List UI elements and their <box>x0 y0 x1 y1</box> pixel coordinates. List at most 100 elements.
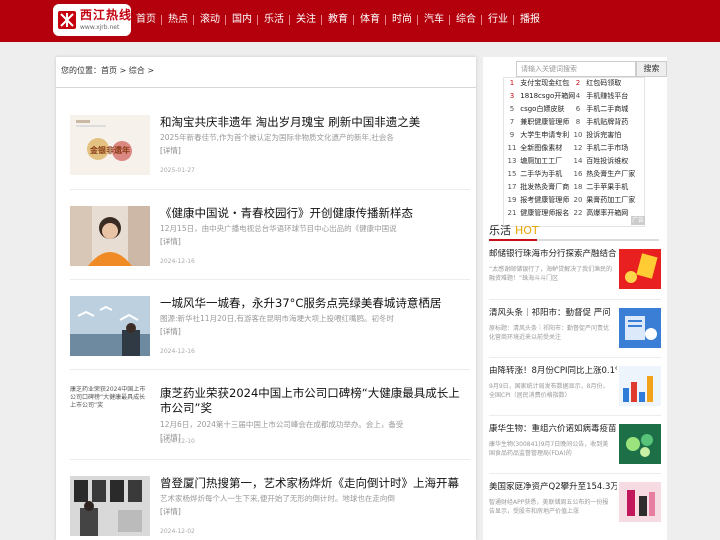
nav-item-fashion[interactable]: 时尚 <box>392 13 412 27</box>
side-item-title[interactable]: 康华生物：重组六价诺如病毒疫苗 <box>489 424 617 435</box>
article-detail-link[interactable]: [详情] <box>160 237 181 247</box>
side-item-summary: 9月9日，国家统计局发布数据显示，8月份，全国CPI（居民消费价格指数） <box>489 383 609 399</box>
list-item[interactable]: 9 大学生申请专利 <box>506 130 569 140</box>
breadcrumb-current[interactable]: 综合 <box>129 66 145 75</box>
list-item[interactable]: 19 报考健康管理师 <box>506 195 570 205</box>
article-summary: 12月15日，由中央广播电视总台华语环球节目中心出品的《健康中国说 <box>160 224 397 233</box>
site-logo[interactable]: 西江热线 www.xjrb.net <box>53 4 131 36</box>
list-item[interactable]: 2 红包码领取 <box>572 78 621 88</box>
side-item-thumbnail[interactable] <box>619 366 661 406</box>
nav-item-sports[interactable]: 体育 <box>360 13 380 27</box>
article-thumbnail[interactable]: 金银非遗年 <box>70 115 150 175</box>
nav-separator <box>193 15 194 25</box>
list-item[interactable]: 14 百姓投诉维权 <box>572 156 629 166</box>
article-summary: 图源:新华社11月20日,有游客在昆明市海埂大坝上投喂红嘴鸥。初冬时 <box>160 314 394 323</box>
search-button[interactable]: 搜索 <box>636 61 667 77</box>
nav-item-rolling[interactable]: 滚动 <box>200 13 220 27</box>
logo-mark-icon <box>58 11 76 29</box>
nav-item-lifestyle[interactable]: 乐活 <box>264 13 284 27</box>
logo-name: 西江热线 <box>80 8 133 22</box>
side-item-title[interactable]: 邮储银行珠海市分行探索产融结合 <box>489 249 617 260</box>
nav-item-domestic[interactable]: 国内 <box>232 13 252 27</box>
nav-item-general[interactable]: 综合 <box>456 13 476 27</box>
section-divider-accent <box>489 239 537 241</box>
article-summary: 2025年新春佳节,作为首个被认定为国际非物质文化遗产的新年,社会各 <box>160 133 394 142</box>
list-item[interactable]: 6 手机二手商城 <box>572 104 628 114</box>
nav-separator <box>161 15 162 25</box>
list-item[interactable]: 13 塘厕加工工厂 <box>506 156 563 166</box>
article-image <box>70 206 150 266</box>
article-list-panel: 您的位置：首页 > 综合 > 金银非遗年 和淘宝共庆非遗年 淘出岁月瑰宝 刷新中… <box>56 57 476 540</box>
article-thumbnail[interactable] <box>70 206 150 266</box>
section-hot-badge: HOT <box>515 224 539 237</box>
side-item-title[interactable]: 由降转涨！8月份CPI同比上涨0.1% <box>489 366 617 377</box>
nav-separator <box>385 15 386 25</box>
breadcrumb-divider <box>56 87 476 88</box>
side-item-summary: 智通财经APP获悉，美联储周五公布的一份报告显示，受股市和房地产价值上涨 <box>489 499 609 515</box>
list-item[interactable]: 5 csgo白嫖皮肤 <box>506 104 565 114</box>
article-title[interactable]: 康芝药业荣获2024中国上市公司口碑榜“大健康最具成长上市公司”奖 <box>160 386 460 416</box>
breadcrumb-home[interactable]: 首页 <box>101 66 117 75</box>
nav-separator <box>353 15 354 25</box>
side-item-thumbnail[interactable] <box>619 482 661 522</box>
side-item-image <box>619 249 661 289</box>
article-title[interactable]: 一城风华一城春，永升37°C服务点亮绿美春城诗意栖居 <box>160 296 460 311</box>
breadcrumb-separator: > <box>117 66 129 75</box>
article-thumbnail[interactable] <box>70 476 150 536</box>
list-item[interactable]: 16 热灸膏生产厂家 <box>572 169 636 179</box>
article-image: 金银非遗年 <box>70 115 150 175</box>
list-item[interactable]: 11 全新图像素材 <box>506 143 563 153</box>
article-summary: 12月6日，2024第十三届中国上市公司峰会在成都成功举办。会上，备受 <box>160 420 404 429</box>
article-image <box>70 296 150 356</box>
nav-item-broadcast[interactable]: 播报 <box>520 13 540 27</box>
nav-separator <box>321 15 322 25</box>
article-title[interactable]: 和淘宝共庆非遗年 淘出岁月瑰宝 刷新中国非遗之美 <box>160 115 460 130</box>
list-item[interactable]: 1 支付宝现金红包 <box>506 78 569 88</box>
side-item-image <box>619 424 661 464</box>
list-item[interactable]: 10 投诉完害怕 <box>572 130 622 140</box>
article-thumbnail[interactable]: 康芝药业荣获2024中国上市公司口碑榜“大健康最具成长上市公司”奖 <box>70 386 150 446</box>
article-date: 2024-12-10 <box>160 438 195 445</box>
list-item[interactable]: 12 手机二手市场 <box>572 143 629 153</box>
side-item-thumbnail[interactable] <box>619 308 661 348</box>
side-divider <box>489 299 661 300</box>
hot-keyword-panel: 1 支付宝现金红包 2 红包码领取 3 1818csgo开箱网 4 手机赚钱平台… <box>503 77 645 227</box>
list-item[interactable]: 22 高爆率开箱网 <box>572 208 629 218</box>
list-item[interactable]: 3 1818csgo开箱网 <box>506 91 576 101</box>
side-item-thumbnail[interactable] <box>619 249 661 289</box>
article-divider <box>70 189 470 190</box>
side-divider <box>489 415 661 416</box>
side-item-thumbnail[interactable] <box>619 424 661 464</box>
search-input[interactable]: 请输入关键词搜索 <box>516 61 636 77</box>
list-item[interactable]: 18 二手苹果手机 <box>572 182 629 192</box>
nav-item-industry[interactable]: 行业 <box>488 13 508 27</box>
nav-item-home[interactable]: 首页 <box>136 13 156 27</box>
list-item[interactable]: 8 手机贴牌背药 <box>572 117 628 127</box>
article-divider <box>70 459 470 460</box>
nav-separator <box>513 15 514 25</box>
article-detail-link[interactable]: [详情] <box>160 507 181 517</box>
breadcrumb: 您的位置：首页 > 综合 > <box>61 65 154 76</box>
list-item[interactable]: 7 兼职健康管理师 <box>506 117 569 127</box>
article-detail-link[interactable]: [详情] <box>160 146 181 156</box>
nav-item-hot[interactable]: 热点 <box>168 13 188 27</box>
list-item[interactable]: 15 二手华为手机 <box>506 169 563 179</box>
ad-close-tag[interactable]: 广告 <box>631 216 645 225</box>
article-title[interactable]: 《健康中国说・青春校园行》开创健康传播新样态 <box>160 206 460 221</box>
article-detail-link[interactable]: [详情] <box>160 327 181 337</box>
side-item-summary: “太感谢邮储银行了，海鲈贷解决了我们渔民的融资难题！”珠海斗斗门区 <box>489 266 613 282</box>
list-item[interactable]: 17 批发热灸膏厂商 <box>506 182 570 192</box>
nav-item-education[interactable]: 教育 <box>328 13 348 27</box>
list-item[interactable]: 21 健康管理师报名 <box>506 208 570 218</box>
list-item[interactable]: 4 手机赚钱平台 <box>572 91 628 101</box>
nav-item-auto[interactable]: 汽车 <box>424 13 444 27</box>
nav-item-focus[interactable]: 关注 <box>296 13 316 27</box>
article-title[interactable]: 曾登厦门热搜第一，艺术家杨烨炘《走向倒计时》上海开幕 <box>160 476 460 491</box>
nav-separator <box>417 15 418 25</box>
nav-separator <box>225 15 226 25</box>
side-item-title[interactable]: 清风头条｜祁阳市：勤督促 严问 <box>489 308 617 319</box>
list-item[interactable]: 20 果膏药加工厂家 <box>572 195 636 205</box>
article-thumbnail[interactable] <box>70 296 150 356</box>
nav-separator <box>289 15 290 25</box>
side-item-title[interactable]: 美国家庭净资产Q2攀升至154.3万 <box>489 482 617 493</box>
